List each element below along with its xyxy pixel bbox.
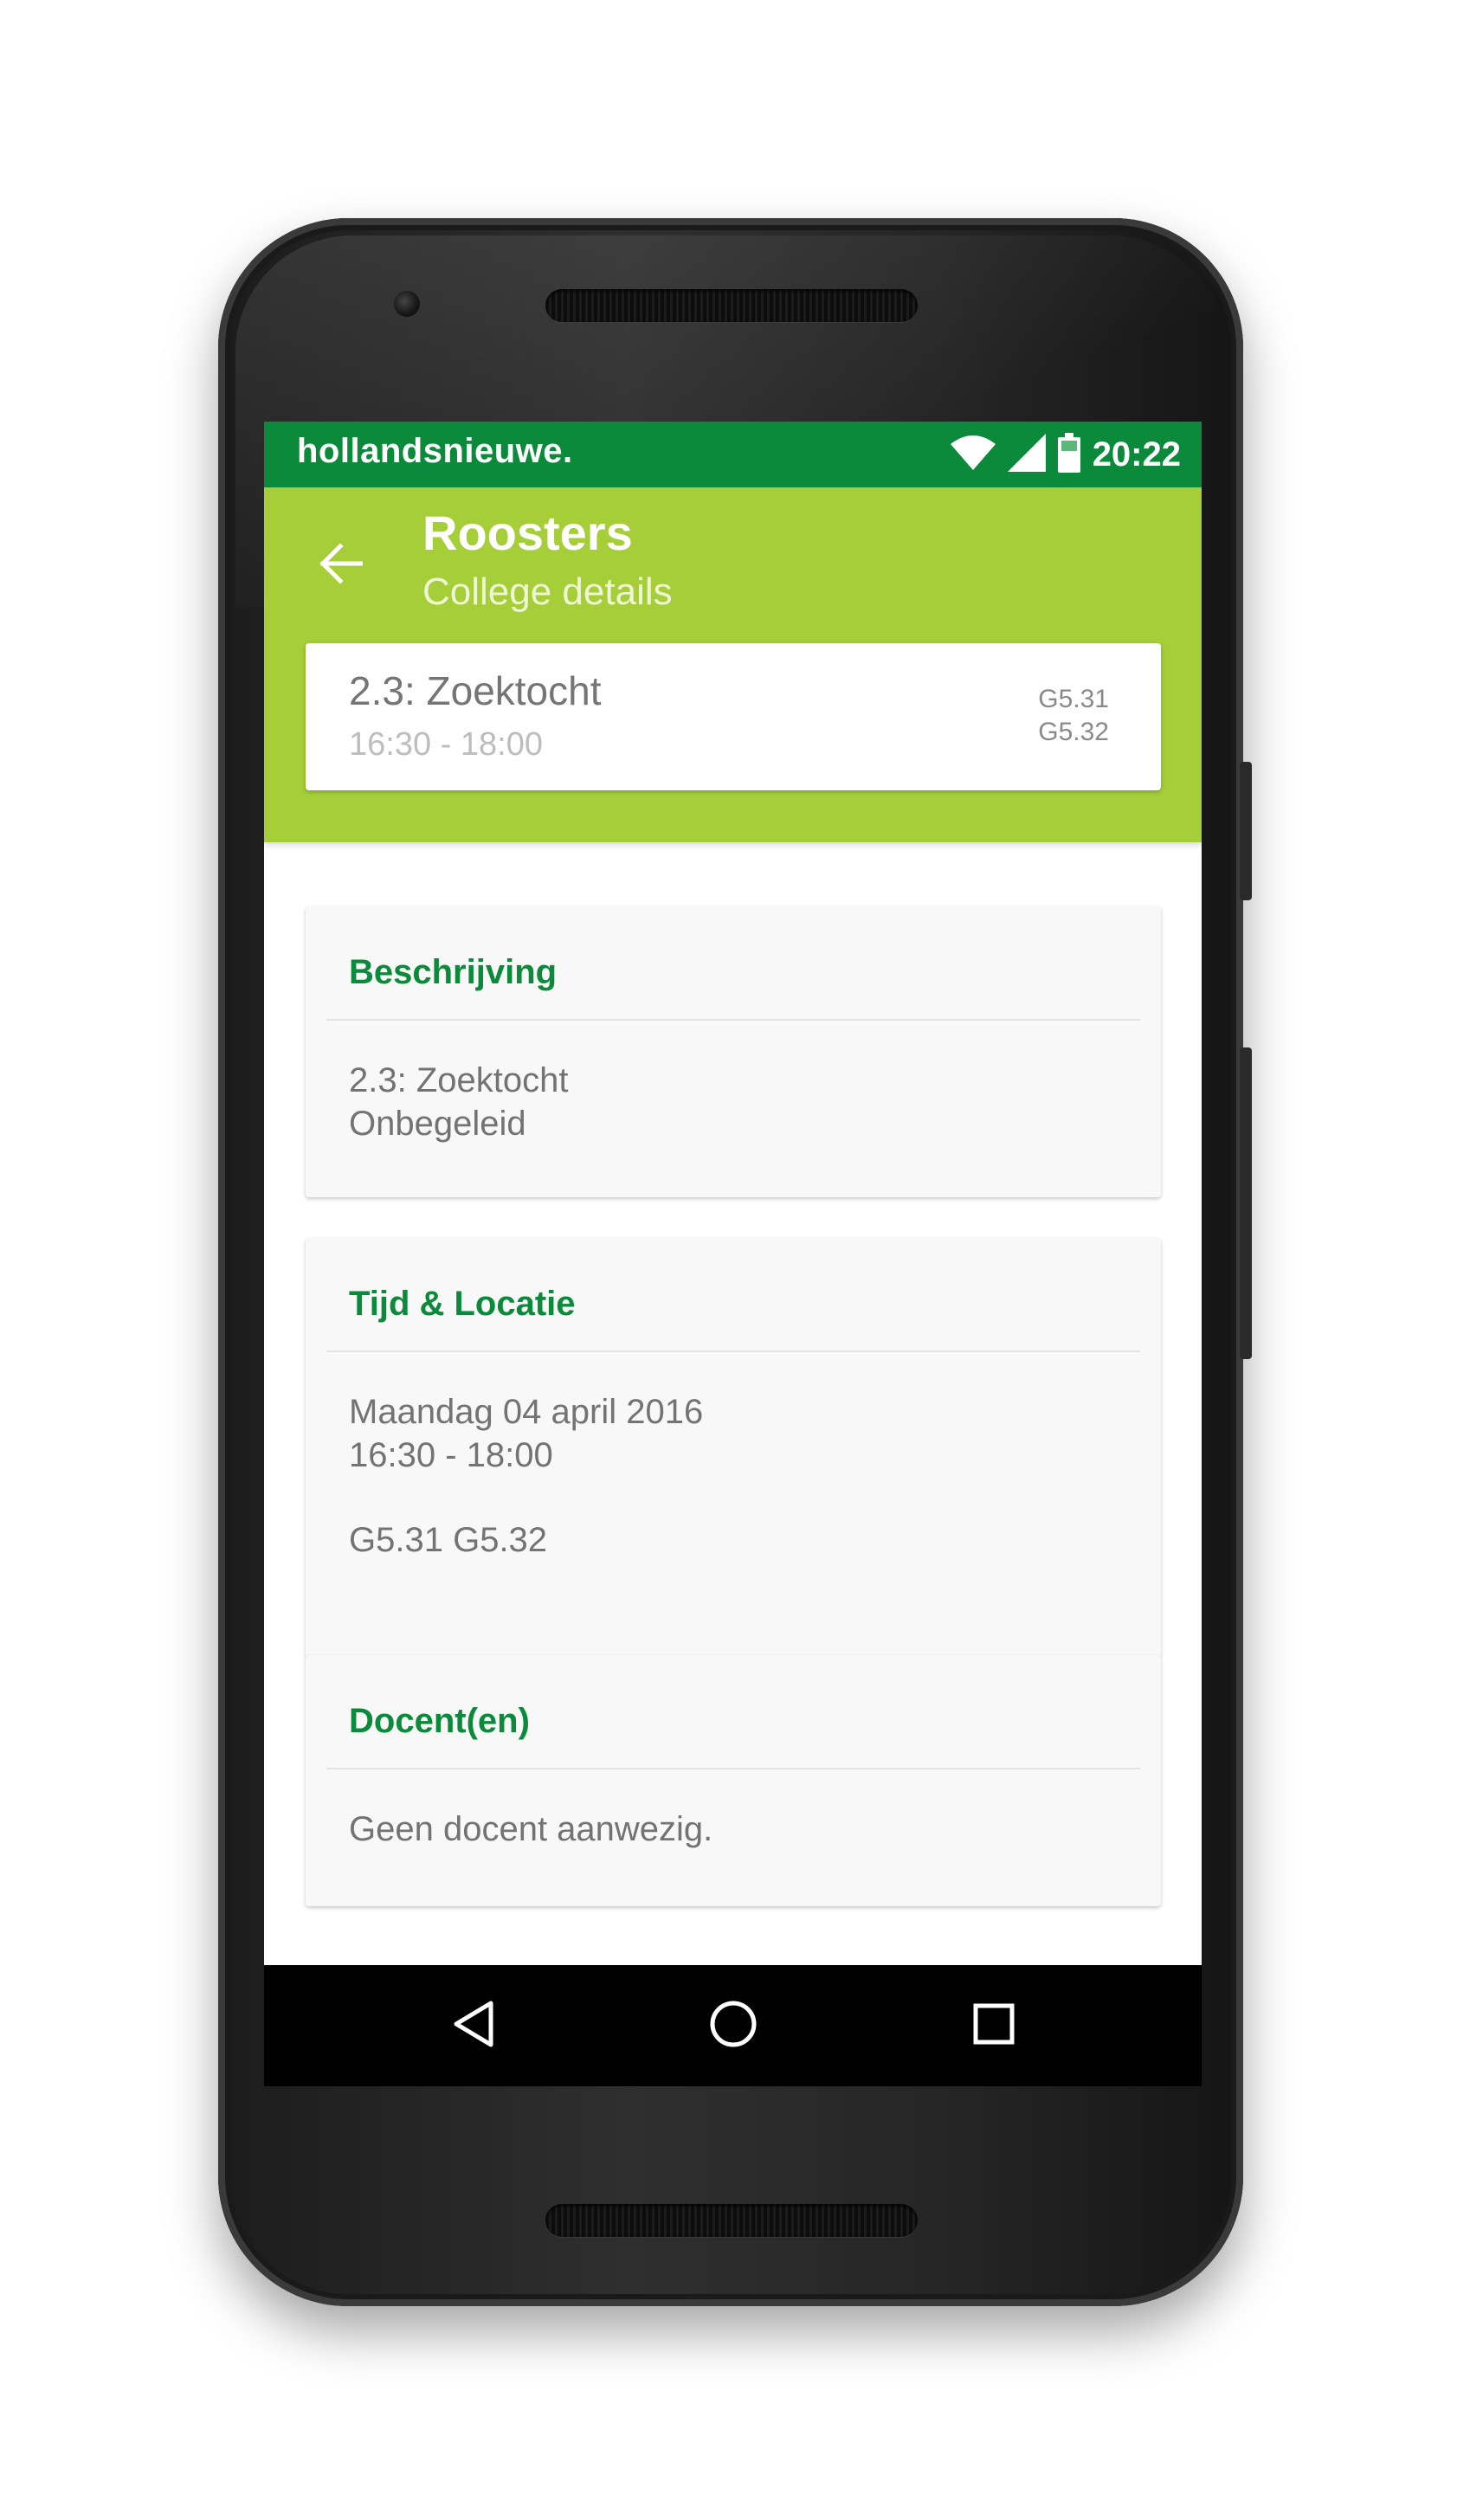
- lecture-date: Maandag 04 april 2016: [349, 1393, 704, 1431]
- nav-recents-button[interactable]: [959, 1991, 1028, 2060]
- wifi-icon: [950, 435, 996, 474]
- page-subtitle: College details: [422, 570, 673, 613]
- page-title: Roosters: [422, 506, 633, 560]
- carrier-name: hollandsnieuwe.: [297, 432, 573, 470]
- app-bar: Roosters College details 2.3: Zoektocht …: [264, 487, 1202, 842]
- signal-icon: [1007, 434, 1046, 475]
- recents-square-icon: [972, 2002, 1015, 2049]
- status-bar: hollandsnieuwe. 20:22: [264, 422, 1202, 487]
- card-title: Beschrijving: [349, 953, 558, 991]
- time-location-card: Tijd & Locatie Maandag 04 april 2016 16:…: [306, 1238, 1161, 1658]
- screen: hollandsnieuwe. 20:22 Roosters College d…: [264, 422, 1202, 2086]
- back-triangle-icon: [451, 2000, 496, 2052]
- lecture-time: 16:30 - 18:00: [349, 726, 543, 763]
- nav-home-button[interactable]: [699, 1991, 768, 2060]
- lecture-time-range: 16:30 - 18:00: [349, 1436, 553, 1474]
- card-divider: [326, 1350, 1140, 1352]
- description-text: 2.3: Zoektocht Onbegeleid: [349, 1059, 568, 1145]
- lecture-rooms: G5.31 G5.32: [1038, 683, 1109, 749]
- card-divider: [326, 1019, 1140, 1021]
- top-speaker: [545, 289, 918, 322]
- back-button[interactable]: [306, 531, 375, 600]
- description-card: Beschrijving 2.3: Zoektocht Onbegeleid: [306, 906, 1161, 1197]
- status-clock: 20:22: [1092, 435, 1181, 474]
- description-line: 2.3: Zoektocht: [349, 1061, 569, 1099]
- lecture-rooms-text: G5.31 G5.32: [349, 1521, 548, 1559]
- volume-button: [1240, 1047, 1252, 1359]
- power-button: [1240, 762, 1252, 900]
- room-label: G5.32: [1038, 718, 1109, 746]
- lecture-summary-card: 2.3: Zoektocht 16:30 - 18:00 G5.31 G5.32: [306, 643, 1161, 790]
- status-icons: 20:22: [950, 432, 1181, 477]
- arrow-left-icon: [318, 543, 364, 588]
- front-camera: [394, 291, 420, 317]
- card-title: Tijd & Locatie: [349, 1285, 576, 1323]
- lecture-name: 2.3: Zoektocht: [349, 668, 602, 713]
- bottom-speaker: [545, 2204, 918, 2237]
- description-line: Onbegeleid: [349, 1105, 526, 1143]
- navigation-bar: [264, 1965, 1202, 2086]
- card-divider: [326, 1768, 1140, 1769]
- nav-back-button[interactable]: [439, 1991, 508, 2060]
- home-circle-icon: [709, 2000, 758, 2052]
- battery-icon: [1057, 433, 1080, 476]
- card-title: Docent(en): [349, 1702, 530, 1740]
- time-location-text: Maandag 04 april 2016 16:30 - 18:00 G5.3…: [349, 1390, 703, 1562]
- teachers-text: Geen docent aanwezig.: [349, 1810, 713, 1848]
- room-label: G5.31: [1038, 685, 1109, 713]
- teachers-card: Docent(en) Geen docent aanwezig.: [306, 1655, 1161, 1906]
